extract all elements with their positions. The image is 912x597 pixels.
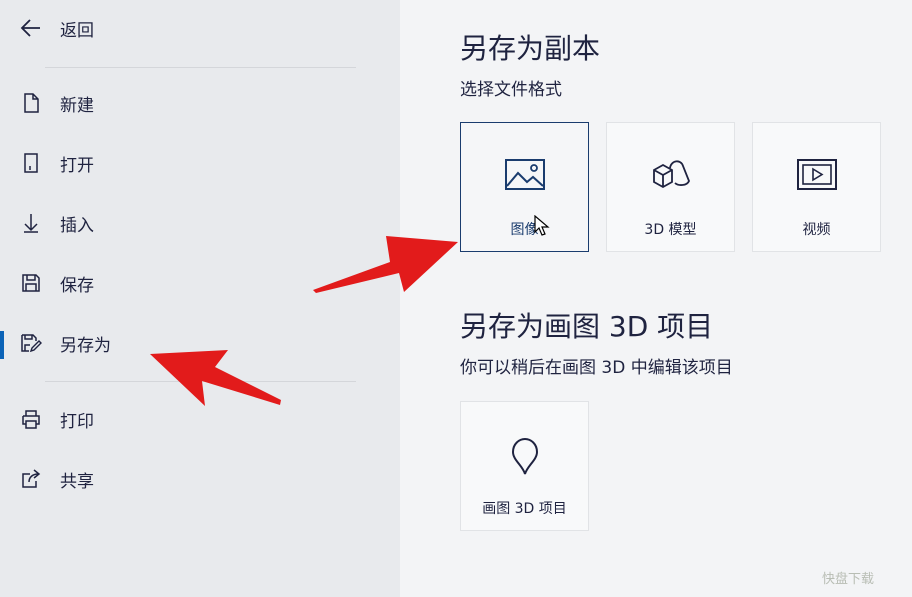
annotation-arrow-left — [150, 350, 281, 406]
annotation-arrows — [150, 236, 458, 406]
watermark: 快盘下载 — [822, 572, 875, 587]
annotation-arrow-right — [313, 236, 458, 293]
